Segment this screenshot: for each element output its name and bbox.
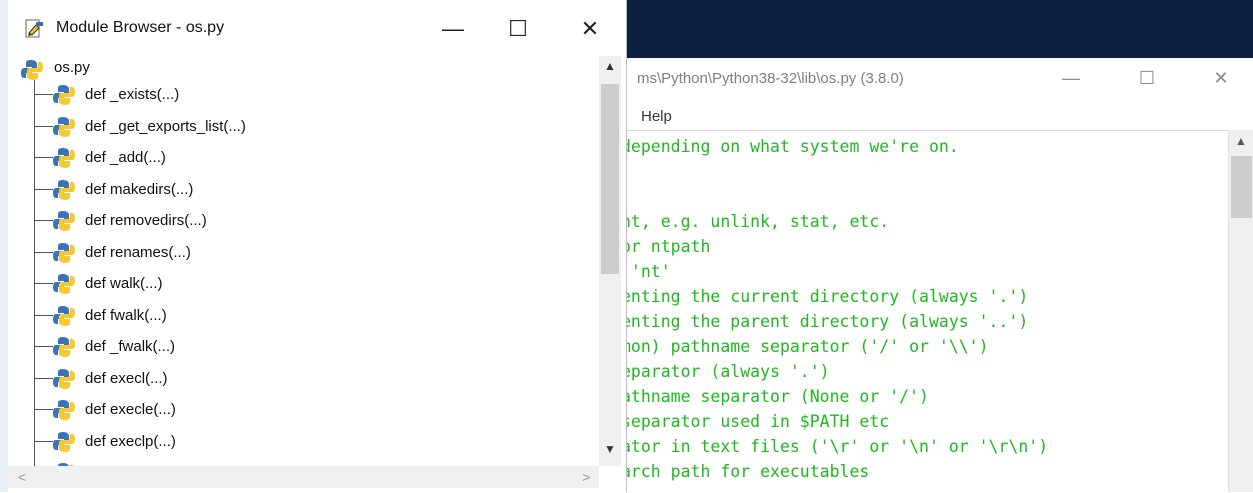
python-icon: [53, 274, 75, 294]
scroll-down-icon[interactable]: ▼: [604, 442, 616, 456]
module-tree: os.py def _exists(...)def _get_exports_l…: [8, 56, 599, 466]
tree-item[interactable]: def renames(...): [8, 239, 588, 267]
code-line: depending on what system we're on.: [621, 137, 959, 156]
tree-item-label: def _get_exports_list(...): [85, 117, 246, 135]
tree-item[interactable]: def makedirs(...): [8, 176, 588, 204]
browser-title: Module Browser - os.py: [56, 19, 225, 36]
python-icon: [53, 179, 75, 200]
code-line: separator used in $PATH etc: [621, 412, 890, 431]
editor-maximize-button[interactable]: ☐: [1127, 64, 1167, 92]
tree-item[interactable]: def walk(...): [8, 270, 588, 298]
tree-item[interactable]: def removedirs(...): [8, 207, 588, 235]
python-icon: [53, 400, 75, 420]
tree-connector: [35, 440, 53, 442]
tree-root-label: os.py: [54, 59, 90, 76]
scroll-up-icon[interactable]: ▲: [1235, 134, 1247, 148]
editor-vertical-scrollbar[interactable]: ▲: [1228, 130, 1253, 492]
tree-connector: [35, 157, 53, 158]
tree-item[interactable]: def _fwalk(...): [8, 333, 588, 361]
editor-title: ms\Python\Python38-32\lib\os.py (3.8.0): [637, 70, 904, 87]
python-icon: [53, 242, 75, 263]
tree-item[interactable]: def execle(...): [8, 396, 588, 424]
tree-item-label: def _add(...): [85, 149, 166, 166]
scroll-right-icon[interactable]: >: [582, 469, 590, 485]
tree-connector: [35, 409, 53, 410]
tree-item[interactable]: def execl(...): [8, 365, 588, 393]
scroll-left-icon[interactable]: <: [18, 469, 26, 485]
python-icon: [53, 431, 75, 452]
tree-item-label: def removedirs(...): [85, 212, 207, 229]
tree-item-label: def execl(...): [85, 369, 168, 387]
tree-connector: [35, 346, 53, 347]
code-area[interactable]: depending on what system we're on. nt, e.…: [621, 130, 1229, 493]
python-icon: [53, 305, 75, 326]
code-line: or ntpath: [621, 237, 711, 256]
tree-connector: [35, 377, 53, 379]
python-icon: [21, 60, 43, 80]
tree-item[interactable]: def _add(...): [8, 144, 588, 172]
code-line: enting the current directory (always '.'…: [621, 287, 1029, 306]
tree-connector: [35, 251, 53, 253]
python-icon: [53, 211, 75, 231]
window-edge: [0, 0, 8, 492]
code-line: enting the parent directory (always '..'…: [621, 312, 1029, 331]
tree-item-label: def execle(...): [85, 401, 176, 418]
tree-connector: [35, 314, 53, 316]
tree-connector: [35, 94, 53, 95]
code-line: athname separator (None or '/'): [621, 387, 929, 406]
browser-minimize-button[interactable]: —: [431, 14, 475, 44]
tree-item-label: def _fwalk(...): [85, 338, 176, 355]
editor-scroll-thumb[interactable]: [1231, 156, 1252, 218]
tree-connector: [35, 125, 53, 127]
python-icon: [53, 368, 75, 389]
tree-item-label: def walk(...): [85, 275, 163, 292]
editor-minimize-button[interactable]: —: [1051, 64, 1091, 92]
browser-vertical-scrollbar[interactable]: ▲ ▼: [599, 56, 621, 466]
code-line: eparator (always '.'): [621, 362, 830, 381]
code-line: ator in text files ('\r' or '\n' or '\r\…: [621, 437, 1049, 456]
python-icon: [53, 116, 75, 137]
module-browser-window: Module Browser - os.py — ☐ ✕ os.py def _…: [0, 0, 627, 492]
code-line: nt, e.g. unlink, stat, etc.: [621, 212, 890, 231]
browser-close-button[interactable]: ✕: [568, 14, 612, 44]
tree-item[interactable]: def execlpe(...): [8, 459, 588, 466]
tree-connector: [35, 188, 53, 190]
scroll-up-icon[interactable]: ▲: [604, 59, 616, 73]
tree-item[interactable]: def _get_exports_list(...): [8, 113, 588, 141]
browser-titlebar[interactable]: Module Browser - os.py — ☐ ✕: [8, 0, 626, 56]
browser-horizontal-scrollbar[interactable]: < >: [8, 466, 599, 488]
tree-item-label: def execlp(...): [85, 432, 176, 450]
editor-titlebar[interactable]: ms\Python\Python38-32\lib\os.py (3.8.0) …: [621, 58, 1253, 98]
tree-item-label: def fwalk(...): [85, 306, 167, 324]
python-icon: [53, 148, 75, 168]
editor-close-button[interactable]: ✕: [1201, 64, 1241, 92]
desktop-background: [620, 0, 1253, 58]
module-browser-icon: [25, 19, 43, 38]
tree-connector: [35, 220, 53, 221]
tree-item-label: def _exists(...): [85, 86, 180, 103]
menu-help[interactable]: Help: [641, 108, 672, 125]
browser-maximize-button[interactable]: ☐: [496, 14, 540, 44]
code-line: arch path for executables: [621, 462, 870, 481]
browser-scroll-thumb[interactable]: [601, 84, 619, 274]
tree-connector: [35, 283, 53, 284]
editor-menubar: Help: [621, 106, 1253, 128]
code-line: mon) pathname separator ('/' or '\\'): [621, 337, 989, 356]
python-icon: [53, 337, 75, 357]
tree-item[interactable]: def fwalk(...): [8, 302, 588, 330]
tree-item-label: def renames(...): [85, 243, 191, 261]
code-line: 'nt': [621, 262, 671, 281]
editor-window: ms\Python\Python38-32\lib\os.py (3.8.0) …: [620, 58, 1253, 493]
tree-item[interactable]: def execlp(...): [8, 428, 588, 456]
tree-item-label: def makedirs(...): [85, 180, 194, 198]
python-icon: [53, 85, 75, 105]
tree-item[interactable]: def _exists(...): [8, 81, 588, 109]
